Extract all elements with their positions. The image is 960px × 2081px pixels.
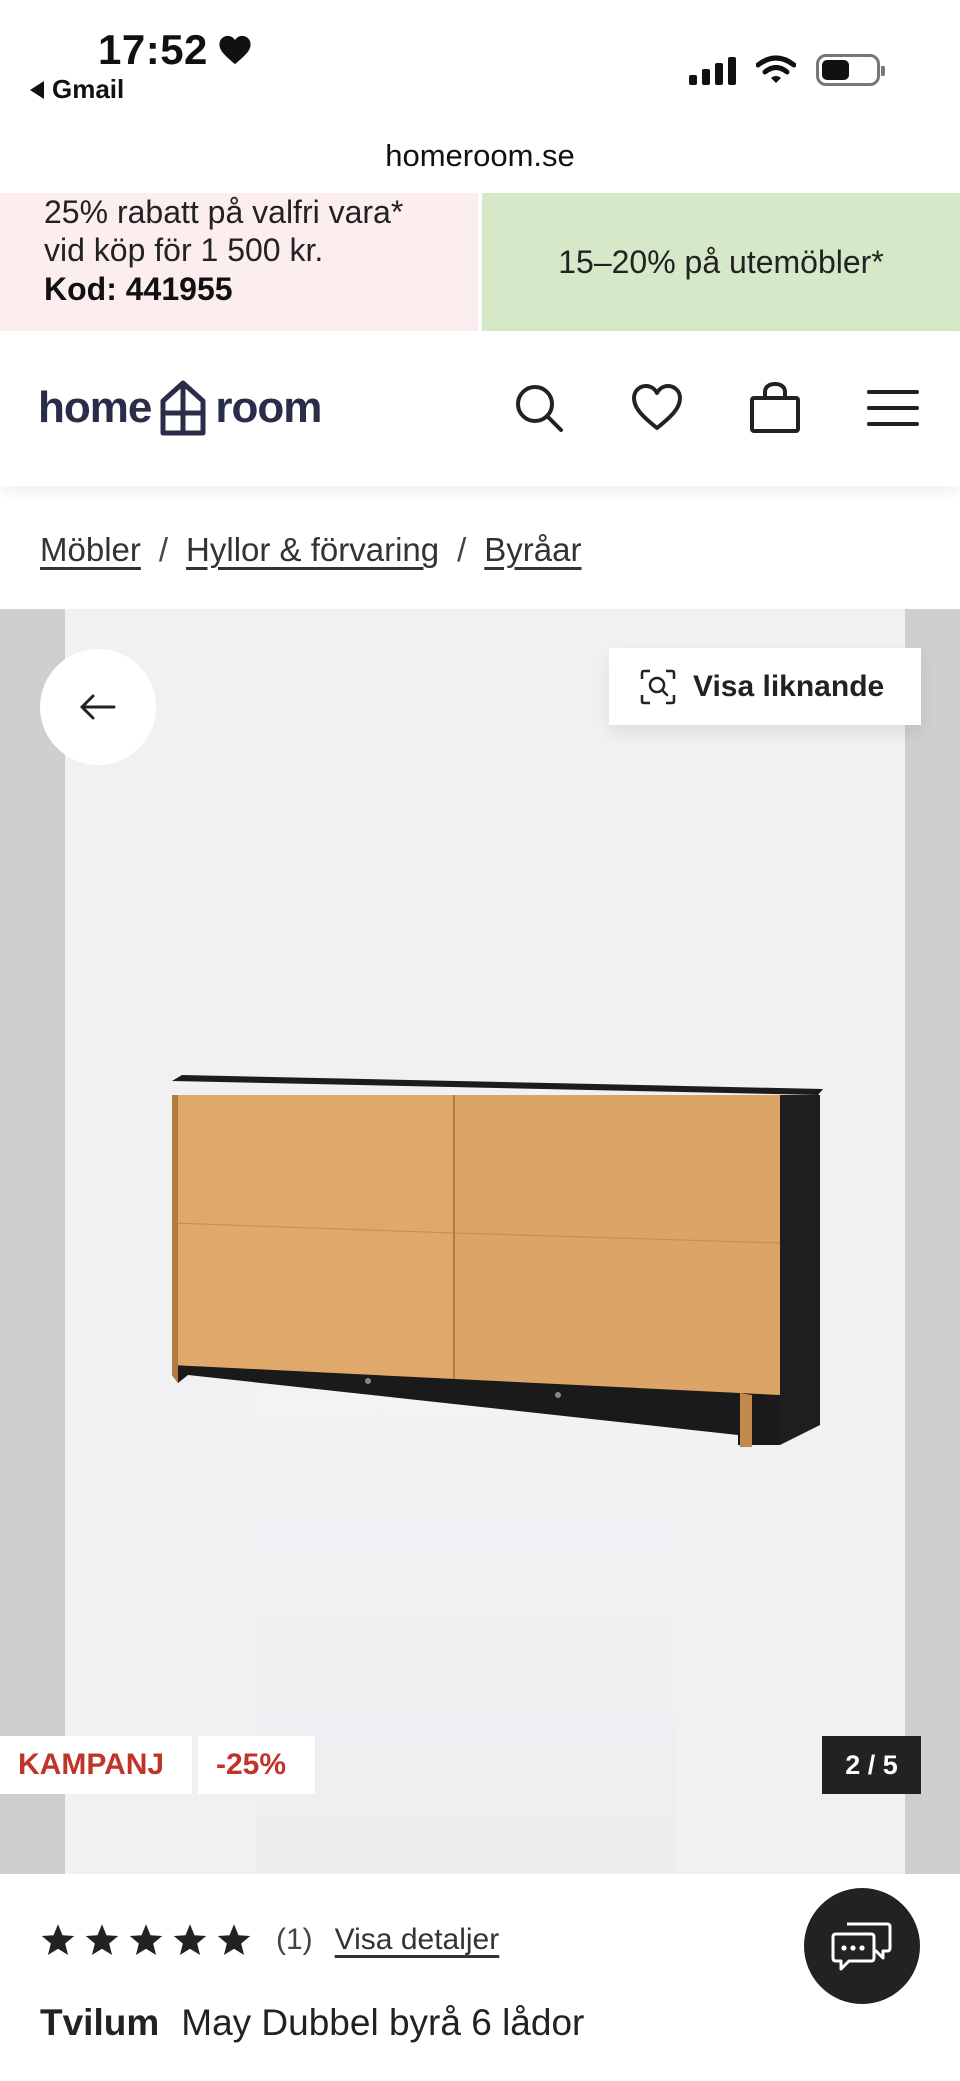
product-image-dresser <box>171 1075 823 1447</box>
battery-icon <box>816 54 885 86</box>
visual-search-icon <box>640 669 676 704</box>
site-header: home room <box>0 331 960 486</box>
promo-outdoor-banner[interactable]: 15–20% på utemöbler* <box>482 193 960 331</box>
breadcrumb-hyllor-forvaring[interactable]: Hyllor & förvaring <box>186 531 439 569</box>
cellular-signal-icon <box>689 55 736 85</box>
logo-house-icon <box>160 380 206 436</box>
promo-discount-banner[interactable]: 25% rabatt på valfri vara* vid köp för 1… <box>0 193 478 331</box>
product-title: Tvilum May Dubbel byrå 6 lådor <box>40 2002 584 2044</box>
campaign-badge: KAMPANJ <box>0 1736 192 1794</box>
breadcrumb-mobler[interactable]: Möbler <box>40 531 141 569</box>
back-triangle-icon <box>30 80 44 99</box>
image-counter: 2 / 5 <box>822 1736 921 1794</box>
breadcrumb-separator: / <box>457 531 467 568</box>
cart-button[interactable] <box>748 381 802 435</box>
product-name: May Dubbel byrå 6 lådor <box>181 2002 585 2043</box>
search-button[interactable] <box>512 381 566 435</box>
logo-word-home: home <box>38 383 152 432</box>
image-background-shade <box>255 1389 675 1874</box>
heart-filled-icon <box>219 35 251 65</box>
back-app-label: Gmail <box>52 74 125 104</box>
star-icon <box>85 1924 119 1955</box>
browser-url[interactable]: homeroom.se <box>0 138 960 174</box>
discount-badge: -25% <box>198 1736 315 1794</box>
star-icon <box>173 1924 207 1955</box>
rating-row[interactable]: (1) Visa detaljer <box>40 1922 499 1958</box>
breadcrumb-separator: / <box>158 531 169 568</box>
menu-icon <box>867 390 919 426</box>
show-similar-label: Visa liknande <box>693 669 885 703</box>
homeroom-logo[interactable]: home room <box>38 379 322 437</box>
star-icon <box>41 1924 75 1955</box>
star-icon <box>129 1924 163 1955</box>
wishlist-button[interactable] <box>630 381 684 435</box>
promo-outdoor-text: 15–20% på utemöbler* <box>558 243 884 280</box>
wifi-icon <box>756 55 796 83</box>
status-time: 17:52 <box>98 26 252 74</box>
star-icon <box>217 1924 251 1955</box>
breadcrumb: Möbler / Hyllor & förvaring / Byråar <box>40 490 582 610</box>
breadcrumb-byraar[interactable]: Byråar <box>484 531 581 569</box>
chat-button[interactable] <box>804 1888 920 2004</box>
promo-line-2: vid köp för 1 500 kr. <box>44 232 324 268</box>
status-bar: 17:52 Gmail <box>0 0 960 130</box>
promo-code: Kod: 441955 <box>44 271 233 307</box>
back-to-app-button[interactable]: Gmail <box>30 74 124 105</box>
arrow-left-icon <box>80 694 116 720</box>
logo-word-room: room <box>215 383 322 432</box>
show-similar-button[interactable]: Visa liknande <box>609 648 921 725</box>
promo-line-1: 25% rabatt på valfri vara* <box>44 194 404 230</box>
chat-icon <box>831 1922 892 1971</box>
time-text: 17:52 <box>98 26 208 73</box>
rating-count: (1) <box>276 1923 313 1956</box>
system-icons <box>689 54 885 86</box>
heart-icon <box>632 384 682 430</box>
gallery-back-button[interactable] <box>40 649 156 765</box>
search-icon <box>516 385 563 432</box>
menu-button[interactable] <box>866 381 920 435</box>
product-brand: Tvilum <box>40 2002 160 2043</box>
bag-icon <box>750 381 800 433</box>
show-details-link[interactable]: Visa detaljer <box>335 1923 500 1957</box>
